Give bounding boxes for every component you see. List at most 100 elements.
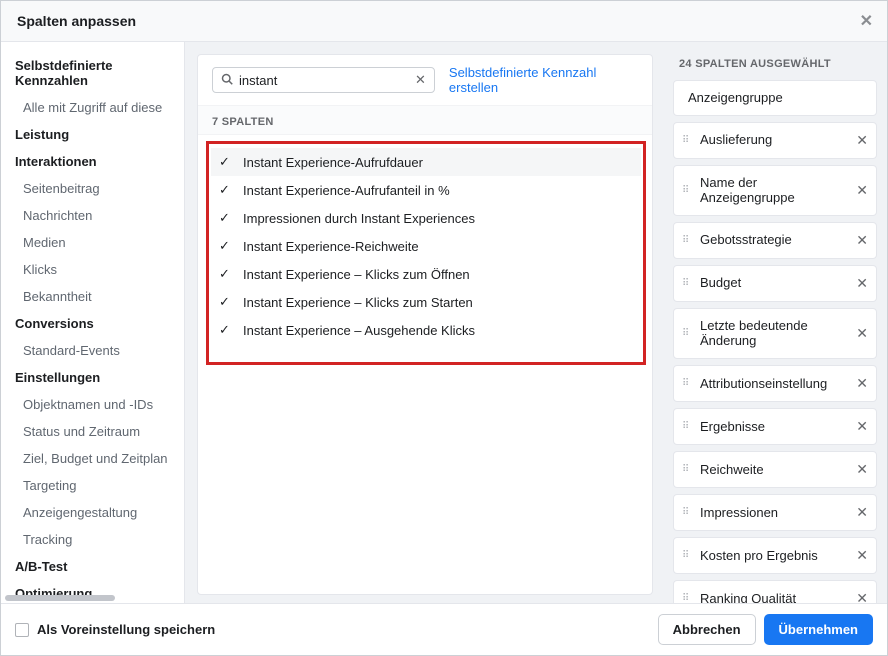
sidebar-item[interactable]: Seitenbeitrag [1,175,184,202]
remove-icon[interactable]: ✕ [850,275,868,292]
selected-count-header: 24 SPALTEN AUSGEWÄHLT [673,54,877,80]
remove-icon[interactable]: ✕ [850,375,868,392]
drag-handle-icon[interactable]: ⠿ [682,553,696,558]
result-row[interactable]: ✓ Instant Experience – Klicks zum Öffnen [211,260,641,288]
drag-handle-icon[interactable]: ⠿ [682,281,696,286]
selected-pill[interactable]: ⠿ Gebotsstrategie ✕ [673,222,877,259]
selected-pill-label: Ranking Qualität [700,591,850,603]
selected-pill[interactable]: ⠿ Impressionen ✕ [673,494,877,531]
sidebar-group-title[interactable]: Leistung [1,121,184,148]
result-row[interactable]: ✓ Instant Experience-Reichweite [211,232,641,260]
selected-pill-label: Auslieferung [700,132,850,148]
drag-handle-icon[interactable]: ⠿ [682,331,696,336]
search-input[interactable] [239,73,415,88]
search-icon [221,73,233,88]
result-row[interactable]: ✓ Impressionen durch Instant Experiences [211,204,641,232]
sidebar-item[interactable]: Nachrichten [1,202,184,229]
results-list: ✓ Instant Experience-Aufrufdauer ✓ Insta… [198,135,652,371]
result-row[interactable]: ✓ Instant Experience – Ausgehende Klicks [211,316,641,344]
selected-pill-label: Anzeigengruppe [688,90,868,106]
checkmark-icon[interactable]: ✓ [219,210,235,226]
remove-icon[interactable]: ✕ [850,232,868,249]
selected-pill-label: Impressionen [700,505,850,521]
center-card: ✕ Selbstdefinierte Kennzahl erstellen 7 … [197,54,653,595]
selected-pill[interactable]: ⠿ Attributionseinstellung ✕ [673,365,877,402]
remove-icon[interactable]: ✕ [850,590,868,603]
remove-icon[interactable]: ✕ [850,547,868,564]
result-row[interactable]: ✓ Instant Experience-Aufrufdauer [211,148,641,176]
sidebar-group-title[interactable]: A/B-Test [1,553,184,580]
sidebar-item[interactable]: Tracking [1,526,184,553]
remove-icon[interactable]: ✕ [850,182,868,199]
sidebar-item[interactable]: Objektnamen und -IDs [1,391,184,418]
selected-pill[interactable]: ⠿ Budget ✕ [673,265,877,302]
drag-handle-icon[interactable]: ⠿ [682,424,696,429]
selected-columns-panel: 24 SPALTEN AUSGEWÄHLT Anzeigengruppe ⠿ A… [665,42,887,603]
sidebar-item[interactable]: Alle mit Zugriff auf diese [1,94,184,121]
search-input-wrap[interactable]: ✕ [212,67,435,93]
selected-pill[interactable]: ⠿ Ergebnisse ✕ [673,408,877,445]
result-row[interactable]: ✓ Instant Experience – Klicks zum Starte… [211,288,641,316]
result-label: Instant Experience-Reichweite [243,239,419,254]
sidebar-item[interactable]: Bekanntheit [1,283,184,310]
close-icon[interactable]: ✕ [860,11,873,31]
save-preset-checkbox[interactable]: Als Voreinstellung speichern [15,622,215,637]
checkmark-icon[interactable]: ✓ [219,182,235,198]
checkmark-icon[interactable]: ✓ [219,322,235,338]
remove-icon[interactable]: ✕ [850,132,868,149]
sidebar-item[interactable]: Ziel, Budget und Zeitplan [1,445,184,472]
sidebar-group-title[interactable]: Selbstdefinierte Kennzahlen [1,52,184,94]
selected-pill-label: Kosten pro Ergebnis [700,548,850,564]
selected-pill[interactable]: ⠿ Letzte bedeutende Änderung ✕ [673,308,877,359]
selected-pill-label: Letzte bedeutende Änderung [700,318,850,349]
remove-icon[interactable]: ✕ [850,325,868,342]
save-preset-label: Als Voreinstellung speichern [37,622,215,637]
selected-pill[interactable]: ⠿ Ranking Qualität ✕ [673,580,877,603]
checkmark-icon[interactable]: ✓ [219,238,235,254]
selected-pill[interactable]: ⠿ Name der Anzeigengruppe ✕ [673,165,877,216]
customize-columns-modal: Spalten anpassen ✕ Selbstdefinierte Kenn… [0,0,888,656]
result-label: Instant Experience – Ausgehende Klicks [243,323,475,338]
sidebar-item[interactable]: Medien [1,229,184,256]
drag-handle-icon[interactable]: ⠿ [682,138,696,143]
checkmark-icon[interactable]: ✓ [219,294,235,310]
drag-handle-icon[interactable]: ⠿ [682,596,696,601]
search-row: ✕ Selbstdefinierte Kennzahl erstellen [198,55,652,106]
footer-buttons: Abbrechen Übernehmen [658,614,873,645]
result-label: Instant Experience-Aufrufanteil in % [243,183,450,198]
sidebar-group-title[interactable]: Conversions [1,310,184,337]
sidebar-item[interactable]: Standard-Events [1,337,184,364]
sidebar-item[interactable]: Targeting [1,472,184,499]
drag-handle-icon[interactable]: ⠿ [682,188,696,193]
highlight-box: ✓ Instant Experience-Aufrufdauer ✓ Insta… [206,141,646,365]
checkmark-icon[interactable]: ✓ [219,266,235,282]
modal-title: Spalten anpassen [17,13,136,29]
sidebar-categories: Selbstdefinierte Kennzahlen Alle mit Zug… [1,42,185,603]
drag-handle-icon[interactable]: ⠿ [682,510,696,515]
drag-handle-icon[interactable]: ⠿ [682,467,696,472]
sidebar-item[interactable]: Klicks [1,256,184,283]
drag-handle-icon[interactable]: ⠿ [682,381,696,386]
sidebar-item[interactable]: Status und Zeitraum [1,418,184,445]
remove-icon[interactable]: ✕ [850,418,868,435]
cancel-button[interactable]: Abbrechen [658,614,756,645]
selected-pill[interactable]: ⠿ Reichweite ✕ [673,451,877,488]
sidebar-group-title[interactable]: Einstellungen [1,364,184,391]
sidebar-group-title[interactable]: Interaktionen [1,148,184,175]
clear-search-icon[interactable]: ✕ [415,72,426,88]
selected-pill[interactable]: ⠿ Kosten pro Ergebnis ✕ [673,537,877,574]
selected-pill-label: Budget [700,275,850,291]
remove-icon[interactable]: ✕ [850,461,868,478]
selected-pill[interactable]: ⠿ Auslieferung ✕ [673,122,877,159]
sidebar-item[interactable]: Anzeigengestaltung [1,499,184,526]
sidebar-scrollbar[interactable] [5,595,115,601]
drag-handle-icon[interactable]: ⠿ [682,238,696,243]
result-label: Instant Experience – Klicks zum Öffnen [243,267,470,282]
result-row[interactable]: ✓ Instant Experience-Aufrufanteil in % [211,176,641,204]
checkmark-icon[interactable]: ✓ [219,154,235,170]
apply-button[interactable]: Übernehmen [764,614,873,645]
checkbox-icon[interactable] [15,623,29,637]
create-custom-metric-link[interactable]: Selbstdefinierte Kennzahl erstellen [449,65,638,95]
selected-pill[interactable]: Anzeigengruppe [673,80,877,116]
remove-icon[interactable]: ✕ [850,504,868,521]
